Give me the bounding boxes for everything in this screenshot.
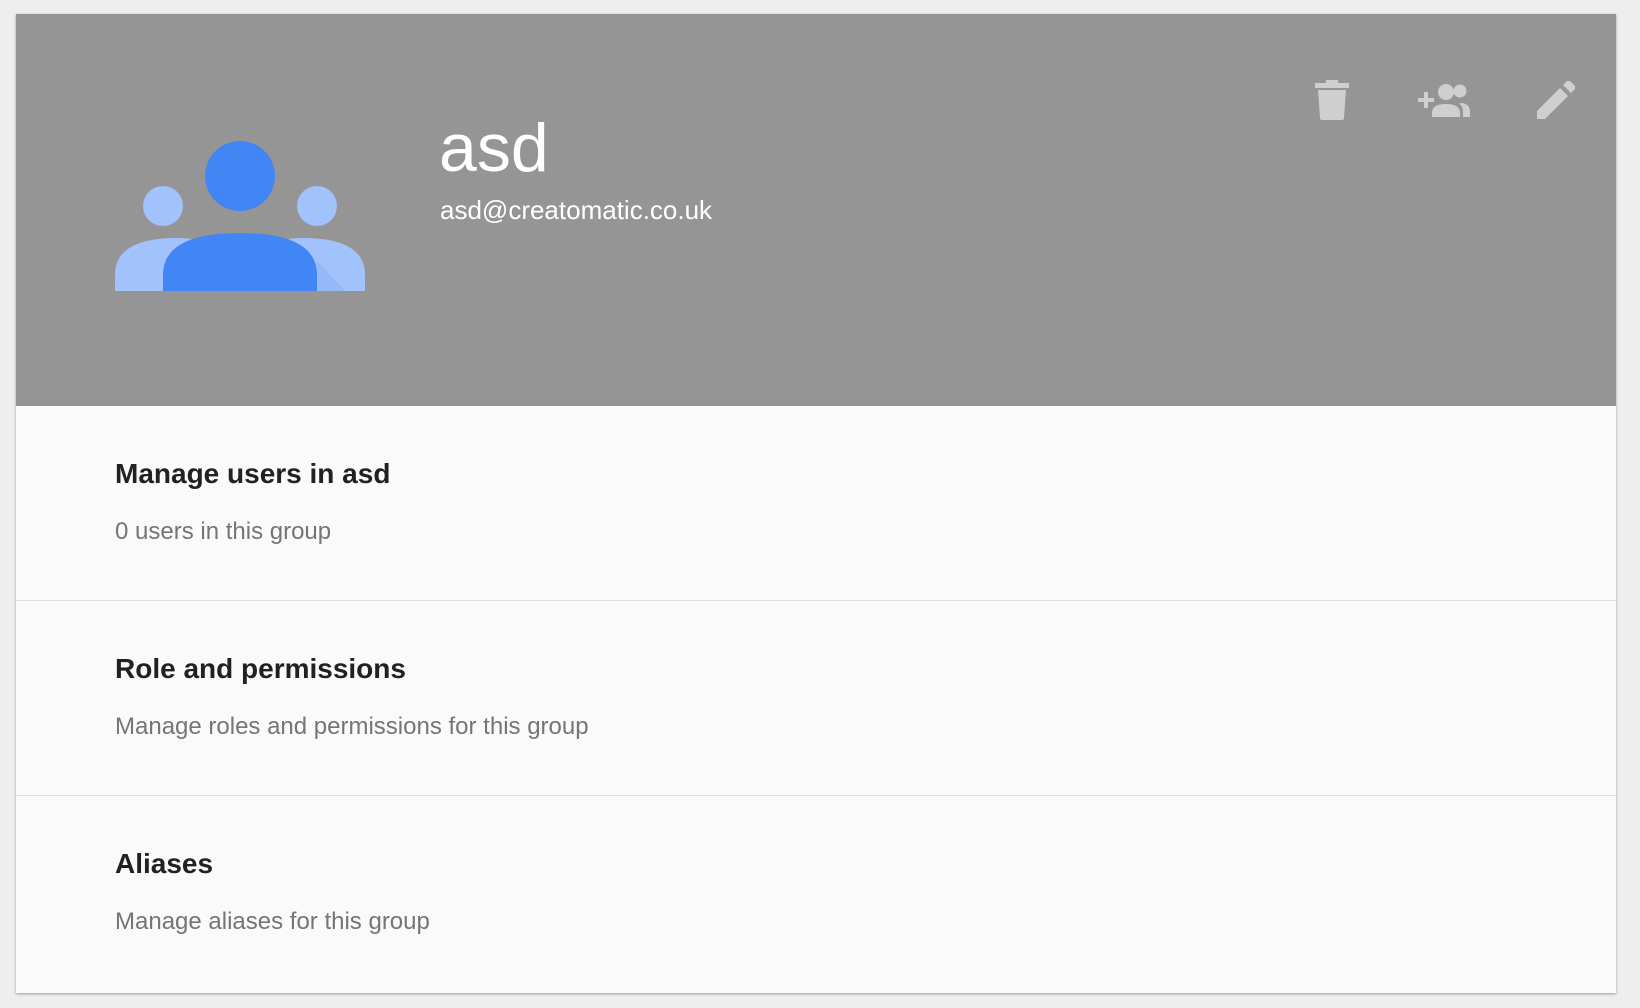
- manage-users-section[interactable]: Manage users in asd 0 users in this grou…: [16, 406, 1616, 601]
- section-title: Aliases: [115, 848, 214, 879]
- section-title: Manage users in asd: [115, 458, 391, 489]
- delete-group-button[interactable]: [1296, 64, 1368, 136]
- section-description: Manage aliases for this group: [115, 908, 430, 935]
- add-member-icon: [1418, 84, 1470, 117]
- group-email: asd@creatomatic.co.uk: [440, 195, 713, 225]
- section-description: Manage roles and permissions for this gr…: [115, 713, 589, 740]
- group-header: asd asd@creatomatic.co.uk: [16, 14, 1616, 406]
- edit-group-button[interactable]: [1520, 64, 1592, 136]
- group-avatar-icon: [115, 141, 365, 291]
- header-actions: [1256, 64, 1592, 136]
- edit-icon: [1537, 81, 1575, 119]
- group-name: asd: [439, 110, 549, 186]
- section-description: 0 users in this group: [115, 518, 332, 545]
- role-permissions-section[interactable]: Role and permissions Manage roles and pe…: [16, 601, 1616, 796]
- add-member-button[interactable]: [1408, 64, 1480, 136]
- aliases-section[interactable]: Aliases Manage aliases for this group: [16, 796, 1616, 991]
- group-detail-card: asd asd@creatomatic.co.uk Manage users i…: [16, 14, 1616, 993]
- section-title: Role and permissions: [115, 653, 406, 684]
- delete-icon: [1315, 80, 1349, 120]
